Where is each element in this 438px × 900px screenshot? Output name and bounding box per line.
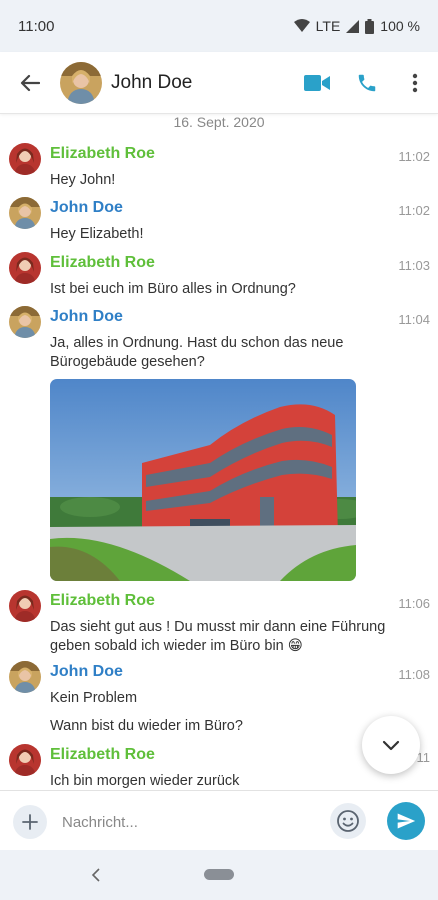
- contact-name[interactable]: John Doe: [111, 72, 292, 94]
- message-time: 11:02: [398, 149, 430, 164]
- message-time: 11:03: [398, 258, 430, 273]
- overflow-menu-button[interactable]: [392, 52, 438, 114]
- battery-level: 100 %: [380, 18, 420, 34]
- sender-name: John Doe: [50, 663, 123, 680]
- system-back-button[interactable]: [86, 863, 106, 887]
- contact-avatar[interactable]: [60, 61, 102, 104]
- message-composer: [0, 790, 438, 850]
- emoji-button[interactable]: [330, 803, 366, 839]
- sender-avatar[interactable]: [9, 143, 41, 175]
- chat-header: John Doe: [0, 52, 438, 114]
- chevron-down-icon: [382, 740, 400, 750]
- message-time: 11:02: [398, 203, 430, 218]
- phone-icon: [358, 74, 376, 91]
- sender-name: Elizabeth Roe: [50, 592, 155, 609]
- message-time: 11:04: [398, 312, 430, 327]
- wifi-icon: [293, 19, 310, 33]
- message-text: Ich bin morgen wieder zurück: [50, 773, 240, 789]
- sender-avatar[interactable]: [9, 744, 41, 776]
- sender-name: Elizabeth Roe: [50, 746, 155, 763]
- system-navigation-bar: [0, 850, 438, 900]
- sender-avatar[interactable]: [9, 252, 41, 284]
- more-vertical-icon: [412, 73, 418, 92]
- message-time: 11:08: [398, 667, 430, 682]
- sender-name: John Doe: [50, 199, 123, 216]
- message-text: Kein Problem: [50, 690, 138, 706]
- message-text: geben sobald ich wieder im Büro bin 😁: [50, 638, 303, 654]
- status-icons: LTE 100 %: [293, 18, 420, 34]
- sender-avatar[interactable]: [9, 590, 41, 622]
- image-attachment[interactable]: [50, 379, 356, 581]
- message-text: Ist bei euch im Büro alles in Ordnung?: [50, 281, 296, 297]
- smiley-icon: [337, 810, 359, 832]
- battery-icon: [365, 18, 375, 34]
- message-text: Hey John!: [50, 172, 116, 188]
- video-call-button[interactable]: [292, 52, 342, 114]
- network-type: LTE: [315, 18, 341, 34]
- message-time: 11:06: [398, 596, 430, 611]
- sender-avatar[interactable]: [9, 306, 41, 338]
- chevron-left-icon: [91, 868, 100, 882]
- sender-name: Elizabeth Roe: [50, 145, 155, 162]
- arrow-left-icon: [20, 74, 40, 91]
- date-separator: 16. Sept. 2020: [173, 114, 265, 130]
- plus-icon: [22, 814, 38, 830]
- send-icon: [397, 813, 416, 829]
- message-text: Hey Elizabeth!: [50, 226, 144, 242]
- status-time: 11:00: [18, 17, 55, 35]
- sender-name: Elizabeth Roe: [50, 254, 155, 271]
- sender-name: John Doe: [50, 308, 123, 325]
- send-button[interactable]: [387, 802, 425, 840]
- system-home-button[interactable]: [204, 869, 234, 880]
- message-text: Ja, alles in Ordnung. Hast du schon das …: [50, 335, 344, 351]
- scroll-to-bottom-button[interactable]: [362, 716, 420, 774]
- message-text: Das sieht gut aus ! Du musst mir dann ei…: [50, 619, 386, 635]
- status-bar: 11:00 LTE 100 %: [0, 0, 438, 52]
- message-text: Wann bist du wieder im Büro?: [50, 718, 243, 734]
- message-input[interactable]: [62, 809, 312, 835]
- message-text: Bürogebäude gesehen?: [50, 354, 205, 370]
- attach-button[interactable]: [13, 805, 47, 839]
- video-camera-icon: [304, 74, 330, 91]
- voice-call-button[interactable]: [342, 52, 392, 114]
- back-button[interactable]: [0, 52, 60, 114]
- sender-avatar[interactable]: [9, 197, 41, 229]
- sender-avatar[interactable]: [9, 661, 41, 693]
- signal-icon: [346, 19, 360, 33]
- message-list[interactable]: 16. Sept. 2020 Elizabeth Roe 11:02 Hey J…: [0, 114, 438, 790]
